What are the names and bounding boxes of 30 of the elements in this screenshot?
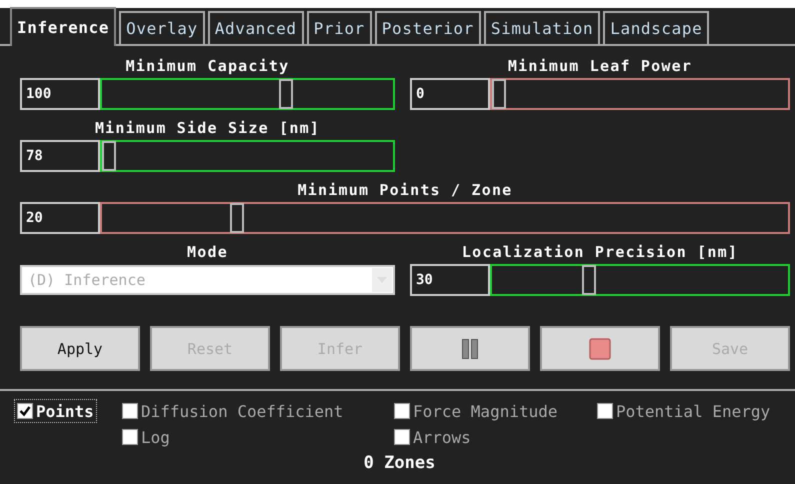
field-label: Mode: [187, 242, 228, 262]
slider-thumb[interactable]: [582, 265, 596, 295]
checkbox[interactable]: [17, 403, 33, 419]
zone-count: 0 Zones: [362, 453, 436, 473]
tab[interactable]: Inference: [10, 7, 116, 46]
value-field[interactable]: 0: [410, 78, 490, 110]
tab[interactable]: Landscape: [603, 11, 710, 44]
field-label: Minimum Points / Zone: [298, 180, 512, 200]
tab[interactable]: Advanced: [208, 11, 304, 44]
checkbox-option[interactable]: Points: [14, 399, 97, 423]
value-field[interactable]: 20: [20, 202, 100, 234]
tab[interactable]: Overlay: [119, 11, 205, 44]
pause-icon: [462, 338, 478, 358]
action-button[interactable]: Apply: [20, 326, 140, 371]
slider-thumb[interactable]: [230, 203, 244, 233]
checkmark-icon: [19, 405, 31, 417]
value-field[interactable]: 78: [20, 140, 100, 172]
tab[interactable]: Simulation: [484, 11, 600, 44]
value-field[interactable]: 100: [20, 78, 100, 110]
field-label: Minimum Capacity: [126, 56, 290, 76]
value-field[interactable]: 30: [410, 264, 490, 296]
slider-thumb[interactable]: [102, 141, 116, 171]
field-label: Minimum Leaf Power: [508, 56, 692, 76]
slider-thumb[interactable]: [492, 79, 506, 109]
tab[interactable]: Posterior: [374, 11, 481, 44]
field-label: Minimum Side Size [nm]: [94, 118, 320, 138]
stop-icon: [589, 338, 611, 360]
slider-thumb[interactable]: [279, 79, 294, 109]
field-label: Localization Precision [nm]: [462, 242, 738, 262]
tab[interactable]: Prior: [306, 11, 372, 44]
